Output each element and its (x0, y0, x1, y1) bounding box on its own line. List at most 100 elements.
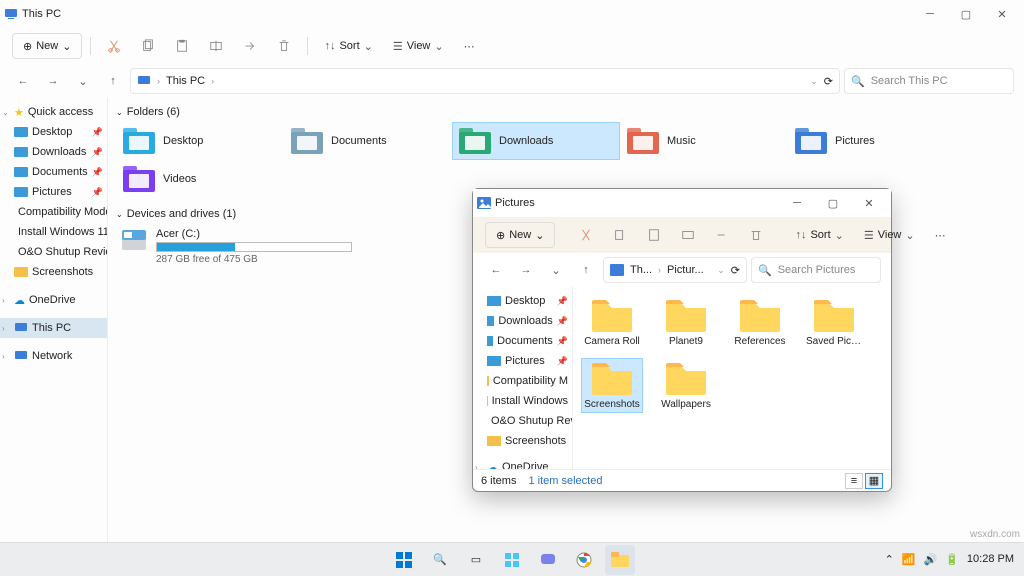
nav-network[interactable]: ›Network (0, 346, 107, 366)
folder-planet9[interactable]: Planet9 (655, 295, 717, 350)
up-button[interactable]: ↑ (573, 257, 599, 283)
nav-oo-shutup[interactable]: O&O Shutup Rev (473, 411, 572, 431)
nav-install-win[interactable]: Install Windows (473, 391, 572, 411)
folder-camera-roll[interactable]: Camera Roll (581, 295, 643, 350)
nav-pictures[interactable]: Pictures📌 (0, 182, 107, 202)
tray-overflow[interactable]: ⌃ (885, 553, 894, 566)
status-item-count: 6 items (481, 475, 516, 487)
folder-downloads[interactable]: Downloads (452, 122, 620, 160)
search-box[interactable]: 🔍 Search Pictures (751, 257, 881, 283)
folder-screenshots[interactable]: Screenshots (581, 358, 643, 413)
folder-desktop[interactable]: Desktop (116, 122, 284, 160)
folder-music[interactable]: Music (620, 122, 788, 160)
folder-label: Planet9 (658, 336, 714, 347)
share-button[interactable] (235, 33, 265, 59)
search-box[interactable]: 🔍 Search This PC (844, 68, 1014, 94)
copy-button[interactable] (605, 222, 635, 248)
sort-button[interactable]: ↑↓ Sort ⌄ (787, 222, 851, 248)
clock[interactable]: 10:28 PM (967, 554, 1014, 565)
address-bar[interactable]: Th...› Pictur... ⌄ ⟳ (603, 257, 747, 283)
battery-icon[interactable]: 🔋 (945, 553, 959, 566)
folder-wallpapers[interactable]: Wallpapers (655, 358, 717, 413)
rename-button[interactable] (201, 33, 231, 59)
folder-icon (590, 298, 634, 334)
folder-icon (123, 127, 155, 155)
sort-button[interactable]: ↑↓ Sort ⌄ (316, 33, 380, 59)
share-button[interactable] (707, 222, 737, 248)
explorer-button[interactable] (605, 545, 635, 575)
folder-pictures[interactable]: Pictures (788, 122, 956, 160)
nav-install-win11[interactable]: Install Windows 11 (0, 222, 107, 242)
nav-compat[interactable]: Compatibility M (473, 371, 572, 391)
nav-screenshots[interactable]: Screenshots (0, 262, 107, 282)
icons-view-button[interactable]: ▦ (865, 473, 883, 489)
nav-this-pc[interactable]: ›This PC (0, 318, 107, 338)
new-button[interactable]: ⊕ New ⌄ (12, 33, 82, 59)
nav-downloads[interactable]: Downloads📌 (473, 311, 572, 331)
back-button[interactable]: ← (483, 257, 509, 283)
cut-button[interactable] (571, 222, 601, 248)
volume-icon[interactable]: 🔊 (924, 553, 938, 566)
paste-button[interactable] (167, 33, 197, 59)
details-view-button[interactable]: ≡ (845, 473, 863, 489)
minimize-button[interactable]: ─ (912, 0, 948, 28)
nav-pictures[interactable]: Pictures📌 (473, 351, 572, 371)
close-button[interactable]: ✕ (984, 0, 1020, 28)
nav-onedrive[interactable]: ›☁OneDrive (0, 290, 107, 310)
recent-dropdown[interactable]: ⌄ (70, 68, 96, 94)
refresh-button[interactable]: ⟳ (824, 75, 833, 88)
wifi-icon[interactable]: 📶 (902, 553, 916, 566)
up-button[interactable]: ↑ (100, 68, 126, 94)
widgets-button[interactable] (497, 545, 527, 575)
forward-button[interactable]: → (40, 68, 66, 94)
explorer-pictures-window: Pictures ─ ▢ ✕ ⊕ New ⌄ ↑↓ Sort ⌄ ☰ View … (472, 188, 892, 492)
new-button[interactable]: ⊕ New ⌄ (485, 222, 555, 248)
more-button[interactable]: ⋯ (927, 222, 954, 248)
forward-button[interactable]: → (513, 257, 539, 283)
close-button[interactable]: ✕ (851, 189, 887, 217)
nav-documents[interactable]: Documents📌 (0, 162, 107, 182)
start-button[interactable] (389, 545, 419, 575)
cut-button[interactable] (99, 33, 129, 59)
nav-oo-shutup[interactable]: O&O Shutup Review (0, 242, 107, 262)
drive-c[interactable]: Acer (C:) 287 GB free of 475 GB (116, 224, 356, 269)
history-dropdown[interactable]: ⌄ (810, 76, 818, 87)
folder-references[interactable]: References (729, 295, 791, 350)
nav-desktop[interactable]: Desktop📌 (0, 122, 107, 142)
address-bar[interactable]: › This PC › ⌄ ⟳ (130, 68, 840, 94)
search-button[interactable]: 🔍 (425, 545, 455, 575)
copy-button[interactable] (133, 33, 163, 59)
rename-button[interactable] (673, 222, 703, 248)
back-button[interactable]: ← (10, 68, 36, 94)
titlebar[interactable]: Pictures ─ ▢ ✕ (473, 189, 891, 217)
group-folders[interactable]: ⌄Folders (6) (116, 106, 1016, 118)
quick-access-header[interactable]: ⌄★Quick access (0, 102, 107, 122)
titlebar[interactable]: This PC ─ ▢ ✕ (0, 0, 1024, 28)
maximize-button[interactable]: ▢ (815, 189, 851, 217)
history-dropdown[interactable]: ⌄ (717, 265, 725, 276)
delete-button[interactable] (741, 222, 771, 248)
drive-label: Acer (C:) (156, 228, 352, 240)
maximize-button[interactable]: ▢ (948, 0, 984, 28)
refresh-button[interactable]: ⟳ (731, 264, 740, 277)
nav-screenshots[interactable]: Screenshots (473, 431, 572, 451)
task-view-button[interactable]: ▭ (461, 545, 491, 575)
view-button[interactable]: ☰ View ⌄ (385, 33, 452, 59)
chrome-button[interactable] (569, 545, 599, 575)
folder-saved-pictures[interactable]: Saved Pictures (803, 295, 865, 350)
folder-documents[interactable]: Documents (284, 122, 452, 160)
nav-desktop[interactable]: Desktop📌 (473, 291, 572, 311)
view-button[interactable]: ☰ View ⌄ (856, 222, 923, 248)
minimize-button[interactable]: ─ (779, 189, 815, 217)
paste-button[interactable] (639, 222, 669, 248)
folder-videos[interactable]: Videos (116, 160, 284, 198)
breadcrumb-item[interactable]: This PC (166, 75, 205, 87)
recent-dropdown[interactable]: ⌄ (543, 257, 569, 283)
nav-documents[interactable]: Documents📌 (473, 331, 572, 351)
nav-onedrive[interactable]: ›☁OneDrive (473, 457, 572, 469)
nav-compat[interactable]: Compatibility Mode (0, 202, 107, 222)
nav-downloads[interactable]: Downloads📌 (0, 142, 107, 162)
chat-button[interactable] (533, 545, 563, 575)
delete-button[interactable] (269, 33, 299, 59)
more-button[interactable]: ⋯ (456, 33, 483, 59)
